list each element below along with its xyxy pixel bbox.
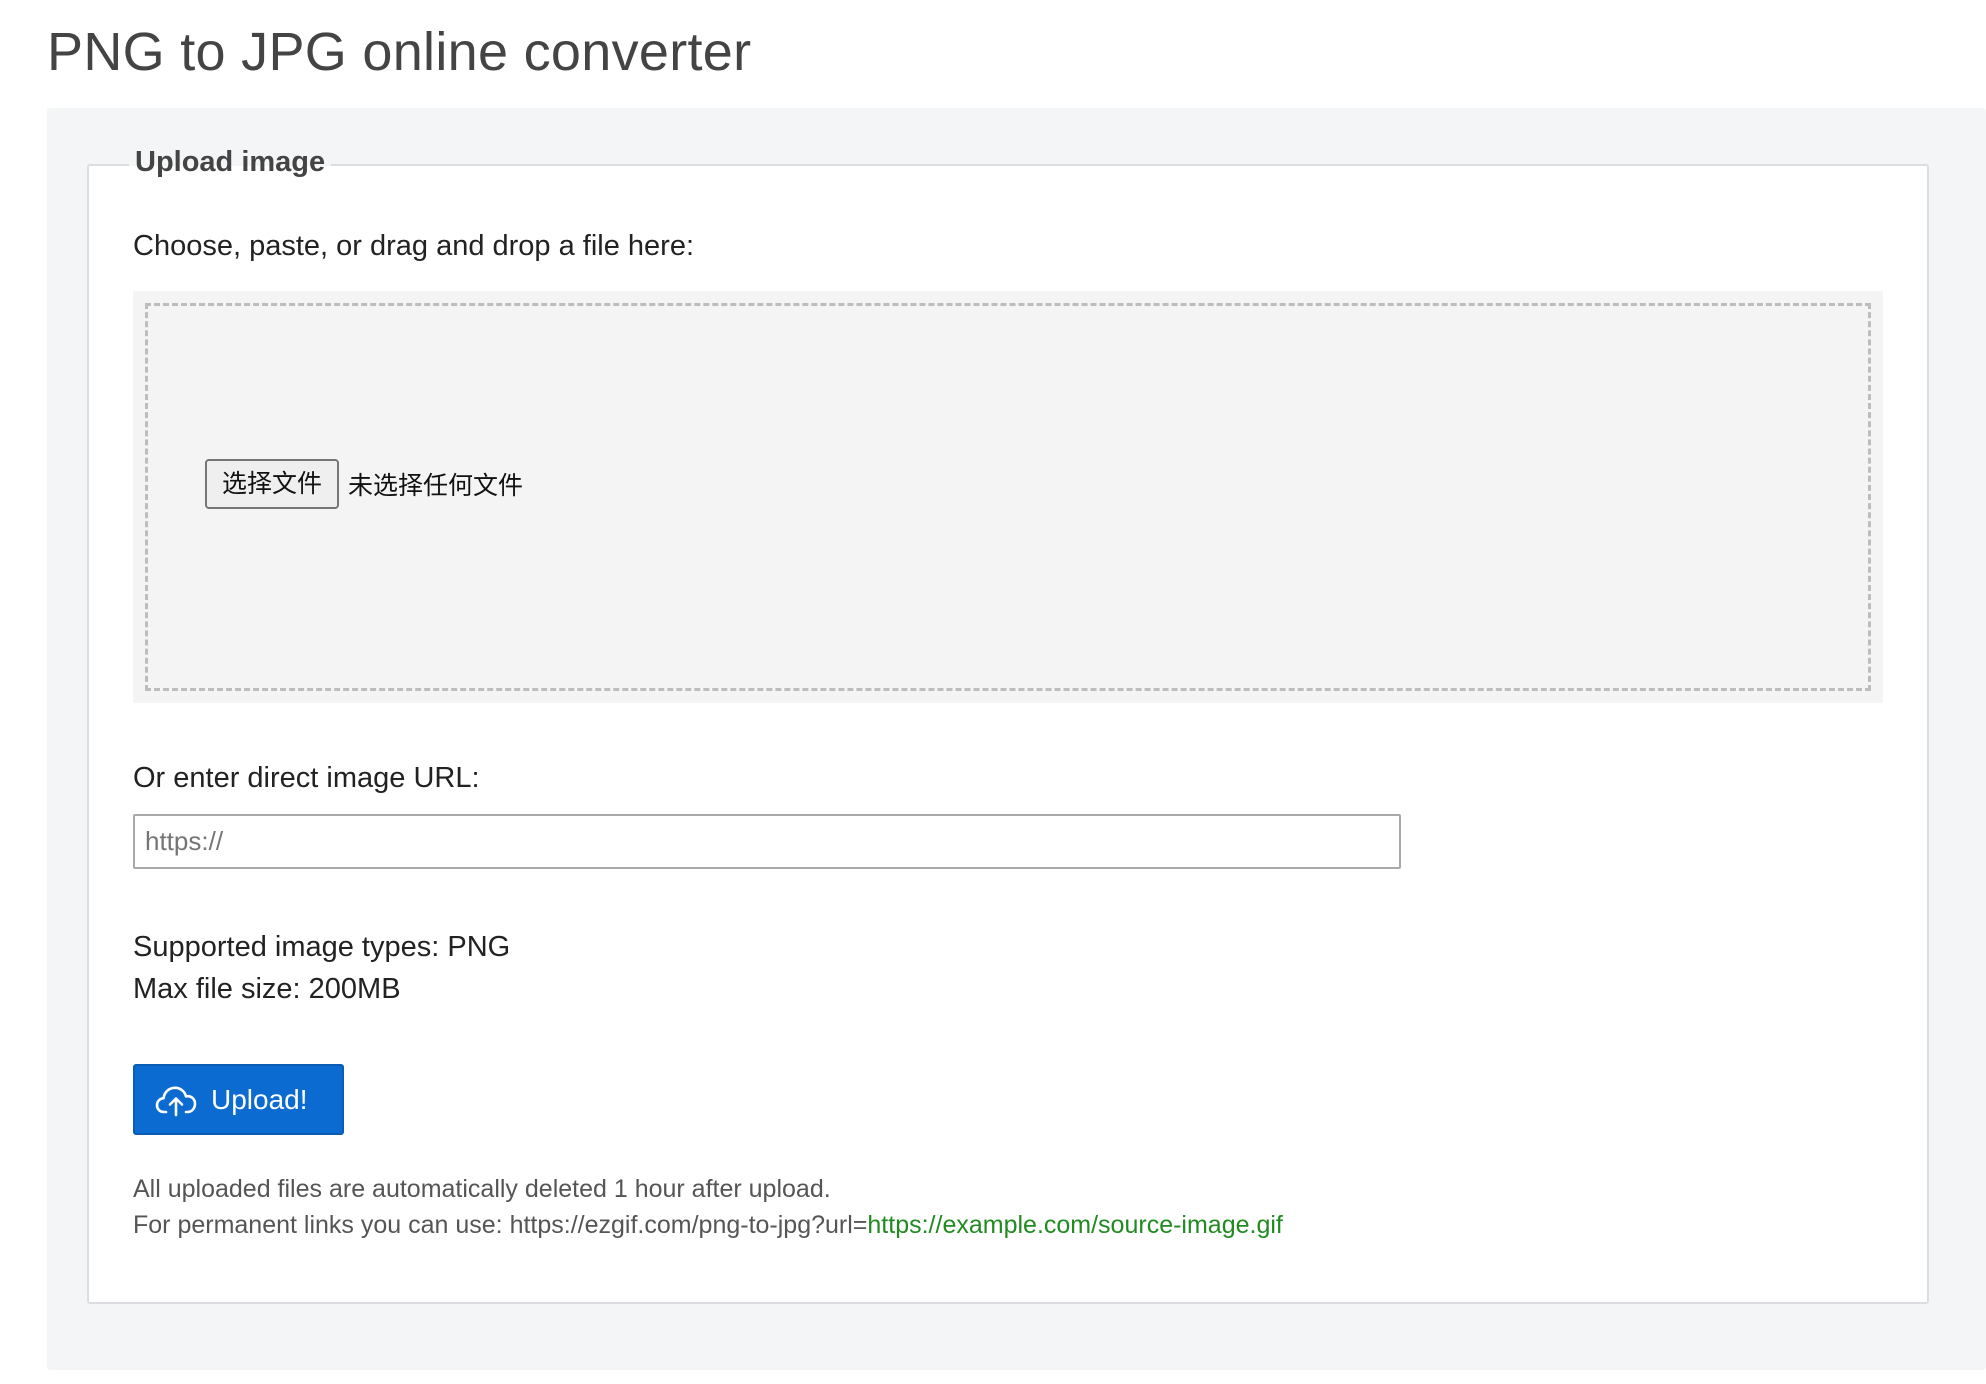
url-label: Or enter direct image URL:	[133, 758, 480, 798]
auto-delete-note: All uploaded files are automatically del…	[133, 1171, 831, 1207]
example-source-link[interactable]: https://example.com/source-image.gif	[867, 1211, 1282, 1239]
upload-form: Upload image Choose, paste, or drag and …	[87, 164, 1929, 1304]
upload-legend: Upload image	[129, 140, 331, 184]
url-input[interactable]	[133, 814, 1401, 869]
supported-types-text: Supported image types: PNG	[133, 927, 510, 967]
choose-file-label: Choose, paste, or drag and drop a file h…	[133, 226, 694, 266]
file-status-text: 未选择任何文件	[348, 466, 523, 502]
file-input: 选择文件 未选择任何文件	[205, 459, 523, 509]
permanent-link-note: For permanent links you can use: https:/…	[133, 1207, 1283, 1243]
cloud-upload-icon	[155, 1083, 197, 1117]
choose-file-button[interactable]: 选择文件	[205, 459, 339, 509]
file-dropzone[interactable]: 选择文件 未选择任何文件	[133, 291, 1883, 703]
page-title: PNG to JPG online converter	[47, 14, 751, 90]
permanent-link-prefix: For permanent links you can use: https:/…	[133, 1211, 867, 1239]
upload-button[interactable]: Upload!	[133, 1064, 344, 1135]
main-panel: Upload image Choose, paste, or drag and …	[47, 108, 1986, 1370]
upload-button-label: Upload!	[211, 1084, 308, 1116]
max-size-text: Max file size: 200MB	[133, 969, 401, 1009]
